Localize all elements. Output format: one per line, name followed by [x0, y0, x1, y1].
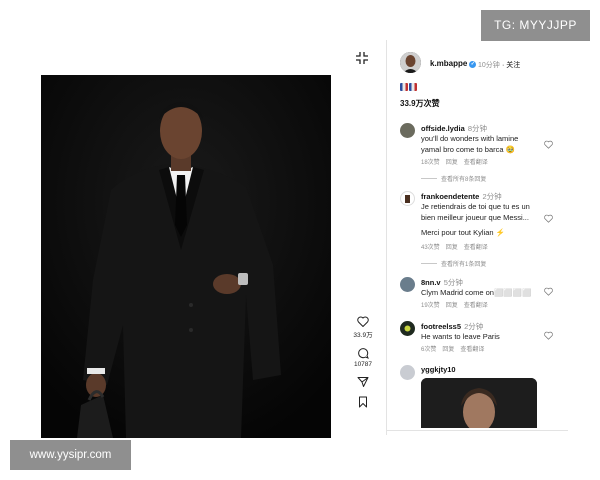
commenter-username[interactable]: offside.lydia: [421, 124, 465, 133]
comment-time: 2分钟: [482, 192, 502, 201]
commenter-avatar[interactable]: [400, 321, 415, 336]
comment-meta: 18次赞 回复 查看翻译: [421, 157, 494, 166]
post-photo: ›: [41, 75, 331, 438]
panel-bottom-divider: [386, 430, 568, 431]
comment-image[interactable]: [421, 378, 537, 428]
man-portrait-photo: [421, 378, 537, 428]
author-avatar[interactable]: [400, 52, 421, 73]
author-username-row[interactable]: k.mbappe ✓: [430, 59, 477, 68]
translate-button[interactable]: 查看翻译: [464, 160, 488, 166]
collapse-icon[interactable]: [355, 51, 369, 65]
flag-emoji: [409, 82, 417, 91]
comment-header: yggkjty10: [421, 365, 456, 374]
post-actions: 33.9万 10787: [350, 316, 376, 416]
comment-likes[interactable]: 19次赞: [421, 303, 440, 309]
man-in-black-suit-illustration: [41, 75, 331, 438]
comment-likes[interactable]: 18次赞: [421, 160, 440, 166]
comment-text-line: you'll do wonders with lamine: [421, 134, 519, 143]
share-icon: [357, 377, 369, 387]
avatar-photo: [405, 195, 410, 203]
watermark-top: TG: MYYJJPP: [481, 10, 590, 41]
avatar-photo: [404, 325, 411, 332]
reply-button[interactable]: 回复: [442, 347, 454, 353]
like-button[interactable]: 33.9万: [350, 316, 376, 339]
comment-text-line: Clym Madrid come on⬜⬜⬜⬜: [421, 288, 532, 297]
comment-text-line: Merci pour tout Kylian ⚡: [421, 228, 505, 237]
avatar-photo: [400, 52, 421, 73]
commenter-avatar[interactable]: [400, 277, 415, 292]
commenter-username[interactable]: yggkjty10: [421, 365, 456, 374]
heart-icon[interactable]: [544, 214, 553, 223]
author-username[interactable]: k.mbappe: [430, 59, 467, 68]
caption: [400, 82, 418, 91]
commenter-username[interactable]: footreelss5: [421, 322, 461, 331]
comment-text-line: Je retiendrais de toi que tu es un: [421, 202, 530, 211]
translate-button[interactable]: 查看翻译: [460, 347, 484, 353]
heart-icon[interactable]: [544, 331, 553, 340]
comment-time: 8分钟: [467, 124, 488, 133]
comment-likes[interactable]: 43次赞: [421, 245, 440, 251]
translate-button[interactable]: 查看翻译: [464, 245, 488, 251]
commenter-avatar[interactable]: [400, 191, 415, 206]
commenter-username[interactable]: 8nn.v: [421, 278, 441, 287]
comment-text-line: yamal bro come to barca 🥹: [421, 145, 515, 154]
comment-meta: 19次赞 回复 查看翻译: [421, 300, 494, 309]
comment-likes[interactable]: 6次赞: [421, 347, 436, 353]
comment-text-line: He wants to leave Paris: [421, 332, 500, 341]
panel-divider: [386, 40, 387, 435]
comment-count: 10787: [353, 361, 373, 368]
view-replies-link[interactable]: 查看所有8条回复: [421, 174, 486, 183]
flag-emoji: [400, 82, 408, 91]
heart-icon[interactable]: [544, 140, 553, 149]
view-replies-link[interactable]: 查看所有1条回复: [421, 259, 486, 268]
commenter-avatar[interactable]: [400, 123, 415, 138]
likes-count[interactable]: 33.9万次赞: [400, 98, 440, 109]
comment-time: 5分钟: [443, 278, 463, 287]
follow-button[interactable]: · 关注: [502, 60, 520, 70]
translate-button[interactable]: 查看翻译: [464, 303, 488, 309]
reply-button[interactable]: 回复: [446, 160, 458, 166]
comment-text-line: bien meilleur joueur que Messi...: [421, 213, 529, 222]
heart-icon[interactable]: [544, 287, 553, 296]
watermark-bottom: www.yysipr.com: [10, 440, 131, 470]
comment-button[interactable]: 10787: [350, 347, 376, 368]
bookmark-icon: [359, 396, 367, 408]
commenter-avatar[interactable]: [400, 365, 415, 380]
commenter-username[interactable]: frankoendetente: [421, 192, 479, 201]
comment-icon: [358, 348, 369, 359]
save-button[interactable]: [350, 396, 376, 408]
comment-time: 2分钟: [464, 322, 484, 331]
share-button[interactable]: [350, 376, 376, 388]
heart-icon: [357, 316, 369, 327]
like-count: 33.9万: [353, 332, 373, 339]
post-time: 10分钟: [478, 62, 500, 69]
reply-button[interactable]: 回复: [446, 303, 458, 309]
comment-meta: 6次赞 回复 查看翻译: [421, 344, 490, 353]
comment-meta: 43次赞 回复 查看翻译: [421, 242, 494, 251]
verified-badge-icon: ✓: [469, 61, 477, 68]
reply-button[interactable]: 回复: [446, 245, 458, 251]
